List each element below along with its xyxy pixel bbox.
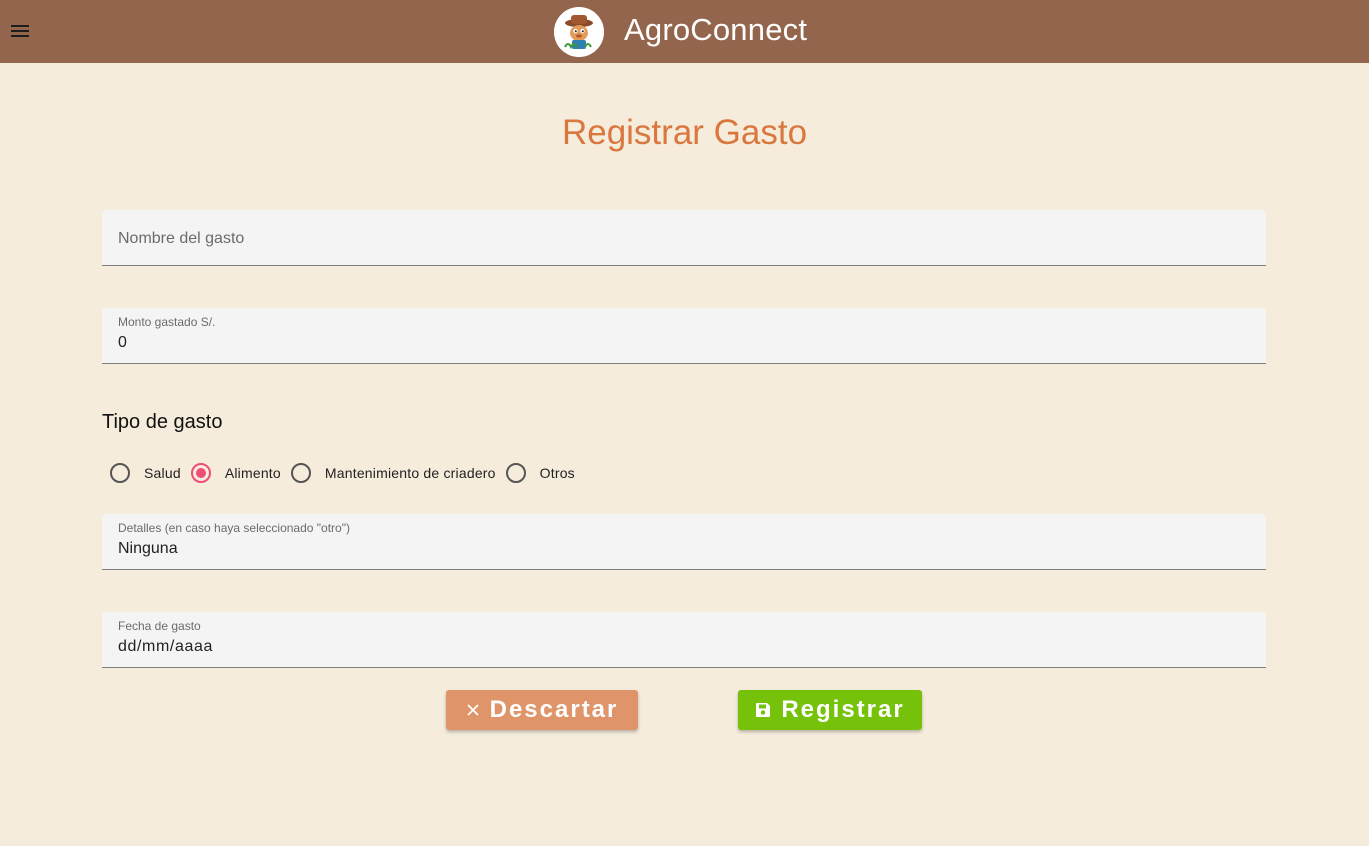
radio-label-mantenimiento: Mantenimiento de criadero bbox=[324, 465, 496, 481]
amount-label: Monto gastado S/. bbox=[118, 315, 216, 329]
farmer-mascot-logo bbox=[554, 7, 604, 57]
details-label: Detalles (en caso haya seleccionado "otr… bbox=[118, 521, 350, 535]
amount-value: 0 bbox=[118, 334, 127, 351]
radio-button-icon[interactable] bbox=[290, 463, 311, 483]
radio-option-salud[interactable]: Salud bbox=[110, 463, 181, 483]
radio-label-alimento: Alimento bbox=[224, 465, 281, 481]
date-value: dd/mm/aaaa bbox=[118, 638, 213, 655]
radio-button-icon[interactable] bbox=[505, 463, 526, 483]
radio-button-checked-icon[interactable] bbox=[190, 463, 211, 483]
date-field[interactable]: Fecha de gasto dd/mm/aaaa bbox=[102, 612, 1266, 668]
details-field[interactable]: Detalles (en caso haya seleccionado "otr… bbox=[102, 514, 1266, 570]
radio-option-otros[interactable]: Otros bbox=[505, 463, 575, 483]
radio-button-icon[interactable] bbox=[110, 463, 130, 483]
radio-option-mantenimiento[interactable]: Mantenimiento de criadero bbox=[290, 463, 496, 483]
date-label: Fecha de gasto bbox=[118, 619, 201, 633]
hamburger-menu-icon[interactable] bbox=[9, 19, 33, 43]
expense-name-field[interactable]: Nombre del gasto bbox=[102, 210, 1266, 266]
save-icon bbox=[755, 702, 771, 718]
app-title: AgroConnect bbox=[624, 12, 808, 47]
expense-type-label: Tipo de gasto bbox=[102, 411, 223, 433]
amount-field[interactable]: Monto gastado S/. 0 bbox=[102, 308, 1266, 364]
page-title: Registrar Gasto bbox=[561, 113, 808, 152]
radio-option-alimento[interactable]: Alimento bbox=[190, 463, 281, 483]
details-value: Ninguna bbox=[118, 540, 178, 557]
discard-button[interactable]: Descartar bbox=[446, 690, 638, 730]
register-button[interactable]: Registrar bbox=[738, 690, 922, 730]
register-button-label: Registrar bbox=[781, 696, 905, 723]
radio-label-salud: Salud bbox=[144, 465, 181, 481]
expense-type-radio-group: Salud Alimento Mantenimiento de criadero… bbox=[110, 460, 585, 486]
top-app-bar: AgroConnect bbox=[0, 0, 1369, 63]
expense-name-placeholder: Nombre del gasto bbox=[118, 230, 245, 247]
close-icon bbox=[466, 703, 480, 717]
discard-button-label: Descartar bbox=[489, 696, 619, 723]
radio-label-otros: Otros bbox=[539, 465, 575, 481]
